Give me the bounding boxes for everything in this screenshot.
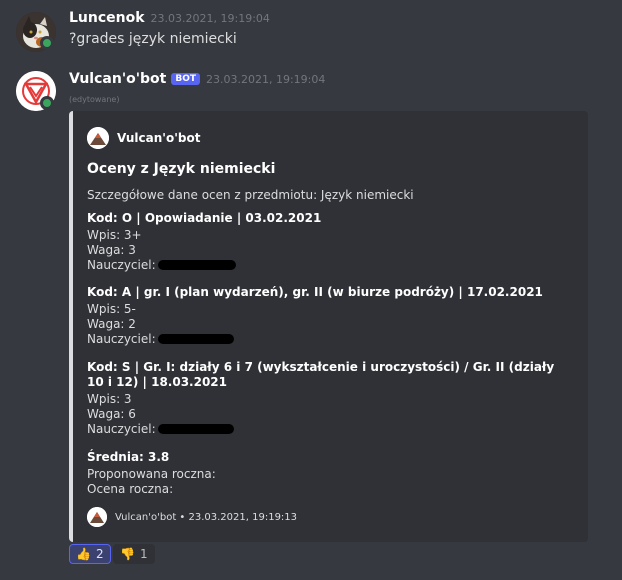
embed-author: Vulcan'o'bot [87, 127, 200, 149]
final-grade-label: Ocena roczna: [87, 482, 174, 496]
online-status-icon [40, 36, 54, 50]
message-timestamp: 23.03.2021, 19:19:04 [150, 12, 270, 25]
grade-nauczyciel: Nauczyciel: [87, 258, 577, 273]
grade-header: Kod: O | Opowiadanie | 03.02.2021 [87, 211, 322, 225]
embed-description: Szczegółowe dane ocen z przedmiotu: Języ… [87, 188, 414, 202]
online-status-icon [40, 96, 54, 110]
reaction-thumbs-down[interactable]: 👎 1 [113, 544, 155, 564]
grade-header: Kod: A | gr. I (plan wydarzeń), gr. II (… [87, 285, 543, 299]
redacted-name [157, 260, 236, 270]
reaction-thumbs-up[interactable]: 👍 2 [69, 544, 111, 564]
thumbs-up-icon: 👍 [76, 547, 91, 561]
grade-wpis: Wpis: 3+ [87, 228, 142, 242]
footer-avatar-icon [87, 507, 107, 527]
grade-waga: Waga: 6 [87, 407, 136, 421]
bot-avatar-icon [87, 127, 109, 149]
message-timestamp: 23.03.2021, 19:19:04 [206, 73, 326, 86]
redacted-name [157, 424, 234, 434]
message-text: ?grades język niemiecki [69, 31, 237, 47]
grade-nauczyciel: Nauczyciel: [87, 332, 577, 347]
redacted-name [157, 334, 234, 344]
proposed-grade-label: Proponowana roczna: [87, 467, 216, 481]
footer-text: Vulcan'o'bot • 23.03.2021, 19:19:13 [115, 511, 298, 523]
author-name[interactable]: Luncenok 23.03.2021, 19:19:04 [69, 10, 270, 26]
reaction-count: 1 [139, 547, 148, 561]
average-label: Średnia: 3.8 [87, 450, 170, 464]
grade-entry: Kod: A | gr. I (plan wydarzeń), gr. II (… [87, 285, 577, 347]
bot-tag: BOT [171, 73, 200, 85]
embed-footer: Vulcan'o'bot • 23.03.2021, 19:19:13 [87, 507, 297, 527]
thumbs-down-icon: 👎 [120, 547, 135, 561]
embed-title: Oceny z Język niemiecki [87, 161, 276, 177]
grade-header: Kod: S | Gr. I: działy 6 i 7 (wykształce… [87, 360, 555, 389]
edited-label: (edytowane) [69, 95, 120, 104]
grade-summary: Średnia: 3.8 Proponowana roczna: Ocena r… [87, 450, 577, 497]
grade-nauczyciel: Nauczyciel: [87, 422, 557, 437]
grade-waga: Waga: 3 [87, 243, 136, 257]
reaction-count: 2 [95, 547, 104, 561]
author-name[interactable]: Vulcan'o'bot BOT 23.03.2021, 19:19:04 [69, 71, 325, 87]
embed-author-name: Vulcan'o'bot [117, 131, 201, 145]
grade-waga: Waga: 2 [87, 317, 136, 331]
grade-wpis: Wpis: 5- [87, 302, 136, 316]
grade-entry: Kod: S | Gr. I: działy 6 i 7 (wykształce… [87, 360, 557, 437]
grade-wpis: Wpis: 3 [87, 392, 132, 406]
grade-entry: Kod: O | Opowiadanie | 03.02.2021 Wpis: … [87, 211, 577, 273]
embed: Vulcan'o'bot Oceny z Język niemiecki Szc… [69, 111, 588, 542]
